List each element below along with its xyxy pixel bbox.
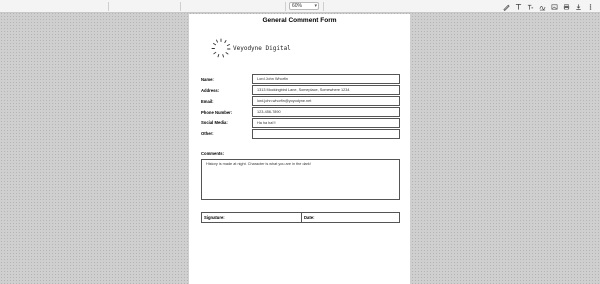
phone-field[interactable]: 123-456-7890 bbox=[252, 107, 400, 117]
print-icon[interactable] bbox=[563, 3, 570, 11]
other-label: Other: bbox=[201, 131, 214, 136]
comments-label: Comments: bbox=[201, 151, 225, 156]
signature-date-row: Signature: Date: bbox=[201, 212, 400, 223]
date-label: Date: bbox=[304, 215, 315, 220]
pdf-toolbar: 60% ▾ bbox=[0, 0, 600, 13]
email-field[interactable]: lord.john.whorfin@yoyodyne.net bbox=[252, 96, 400, 106]
comments-field[interactable]: History is made at night. Character is w… bbox=[201, 159, 400, 200]
chevron-down-icon: ▾ bbox=[314, 3, 317, 9]
more-icon[interactable] bbox=[587, 3, 594, 11]
social-media-field[interactable]: Ha ha ha!!! bbox=[252, 118, 400, 128]
signature-icon[interactable] bbox=[539, 3, 546, 11]
phone-label: Phone Number: bbox=[201, 110, 233, 115]
toolbar-divider bbox=[323, 2, 324, 11]
draw-icon[interactable] bbox=[503, 3, 510, 11]
toolbar-divider bbox=[285, 2, 286, 11]
form-title: General Comment Form bbox=[262, 17, 337, 24]
toolbar-divider bbox=[108, 2, 109, 11]
text-format-icon[interactable] bbox=[527, 3, 534, 11]
social-media-label: Social Media: bbox=[201, 120, 228, 125]
signature-divider bbox=[301, 213, 302, 222]
company-logo bbox=[211, 38, 231, 58]
logo-text: Veyodyne Digital bbox=[233, 45, 291, 52]
name-label: Name: bbox=[201, 77, 214, 82]
zoom-value: 60% bbox=[292, 3, 303, 9]
toolbar-divider bbox=[180, 2, 181, 11]
address-field[interactable]: 1313 Mockingbird Lane, Someplace, Somewh… bbox=[252, 85, 400, 95]
toolbar-actions bbox=[503, 2, 594, 11]
email-label: Email: bbox=[201, 99, 214, 104]
name-field[interactable]: Lord John Whorfin bbox=[252, 74, 400, 84]
image-icon[interactable] bbox=[551, 3, 558, 11]
signature-label: Signature: bbox=[204, 215, 225, 220]
address-label: Address: bbox=[201, 88, 220, 93]
pdf-page: General Comment Form Veyodyne Digital Na… bbox=[189, 14, 410, 284]
other-field[interactable] bbox=[252, 129, 400, 139]
save-icon[interactable] bbox=[575, 3, 582, 11]
zoom-select[interactable]: 60% ▾ bbox=[289, 2, 319, 10]
text-icon[interactable] bbox=[515, 3, 522, 11]
